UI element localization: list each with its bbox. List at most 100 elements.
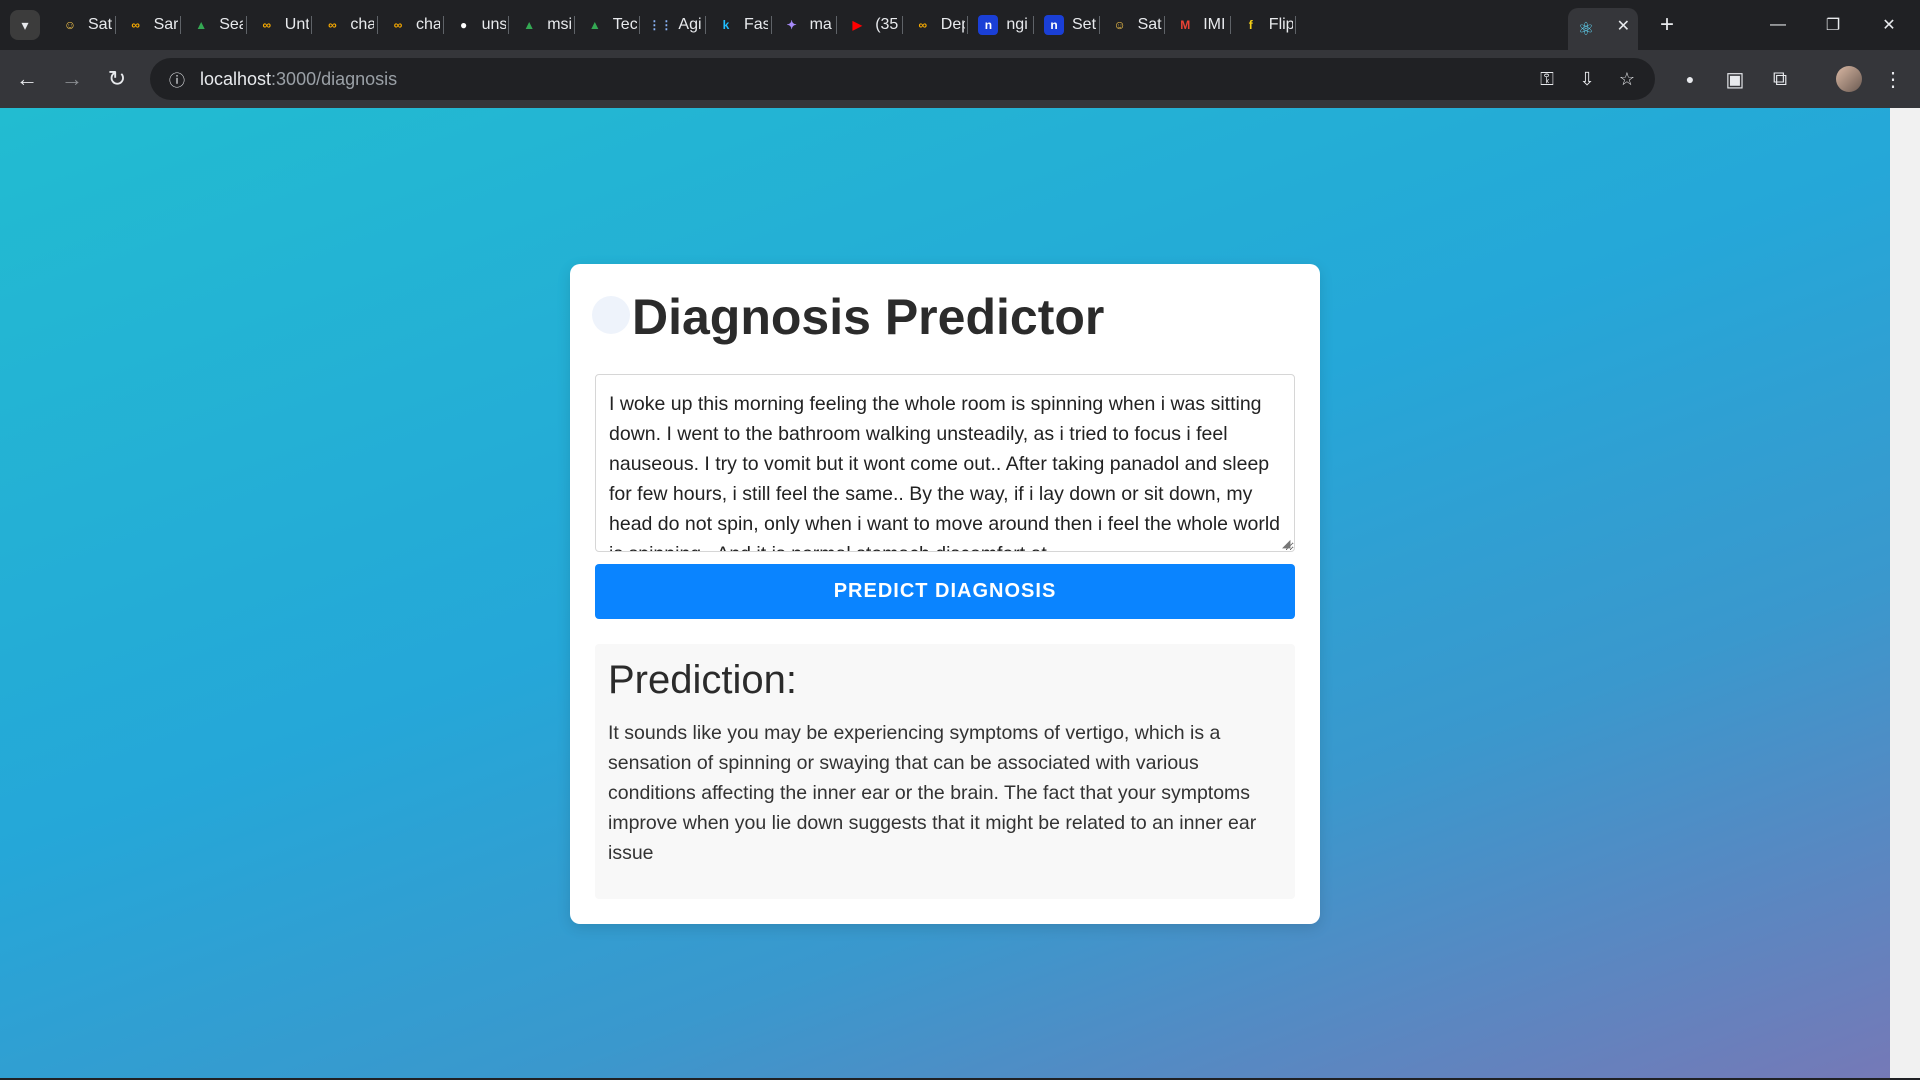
extension-puzzle-icon[interactable]: ● <box>1673 62 1707 96</box>
profile-avatar[interactable] <box>1836 66 1862 92</box>
resize-handle-icon[interactable]: ◢ <box>1282 538 1294 550</box>
tab-label: Flip <box>1268 16 1293 33</box>
password-key-icon[interactable]: ⚿ <box>1532 64 1562 94</box>
symptoms-input[interactable]: I woke up this morning feeling the whole… <box>595 374 1295 552</box>
tab-separator <box>770 16 772 34</box>
chevron-down-icon: ▾ <box>21 16 29 33</box>
close-window-button[interactable]: ✕ <box>1866 8 1912 42</box>
tab-label: Agi <box>678 16 702 33</box>
google-drive-icon: ▲ <box>588 18 601 32</box>
tab-item[interactable]: f Flip <box>1233 8 1311 42</box>
new-tab-button[interactable]: + <box>1650 8 1684 42</box>
tab-separator <box>311 16 313 34</box>
tab-separator <box>705 16 706 34</box>
extensions-icon[interactable]: ⧉ <box>1763 62 1797 96</box>
colab-icon: ∞ <box>131 18 140 32</box>
browser-toolbar: ← → ↻ ⓘ localhost:3000/diagnosis ⚿ ⇩ ☆ ●… <box>0 50 1920 108</box>
url-host: localhost <box>200 68 272 89</box>
flipkart-icon: f <box>1248 18 1253 32</box>
tab-separator <box>377 16 378 34</box>
tab-label: Tec <box>612 16 637 33</box>
tab-label: Sat <box>1137 16 1162 33</box>
tab-separator <box>1033 16 1034 34</box>
hugging-face-icon: ☺ <box>63 18 77 32</box>
close-icon[interactable]: ✕ <box>1617 16 1630 36</box>
tab-separator <box>245 16 247 34</box>
tab-label: Dep <box>940 16 965 33</box>
url-text: localhost:3000/diagnosis <box>200 69 397 90</box>
tab-separator <box>1164 16 1166 34</box>
minimize-icon: — <box>1770 16 1786 33</box>
side-panel-icon[interactable]: ▣ <box>1718 62 1752 96</box>
github-icon: ● <box>459 18 468 32</box>
restore-icon: ❐ <box>1825 17 1841 34</box>
predict-diagnosis-button[interactable]: PREDICT DIAGNOSIS <box>595 564 1295 619</box>
colab-icon: ∞ <box>262 18 272 32</box>
tab-separator <box>508 16 510 34</box>
hugging-face-icon: ☺ <box>1113 18 1126 32</box>
tab-label: Sea <box>219 16 243 33</box>
tab-label: ma <box>809 16 832 33</box>
plus-icon: + <box>1659 11 1674 38</box>
gmail-icon: M <box>1180 18 1191 32</box>
address-bar[interactable]: ⓘ localhost:3000/diagnosis ⚿ ⇩ ☆ <box>150 58 1655 100</box>
tab-label: Unt <box>284 16 309 33</box>
tab-label: ngi <box>1006 16 1028 33</box>
prediction-panel: Prediction: It sounds like you may be ex… <box>595 644 1295 899</box>
tab-label: Fas <box>744 16 768 33</box>
apps-grid-icon: ⋮⋮ <box>648 18 673 32</box>
prediction-text: It sounds like you may be experiencing s… <box>608 722 1257 864</box>
page-viewport: Diagnosis Predictor I woke up this morni… <box>0 108 1890 1078</box>
app-logo <box>592 296 630 334</box>
tab-separator <box>901 16 903 34</box>
tab-separator <box>114 16 116 34</box>
minimize-button[interactable]: — <box>1755 8 1801 42</box>
tab-separator <box>967 16 969 34</box>
diagnosis-card: Diagnosis Predictor I woke up this morni… <box>570 264 1320 924</box>
install-app-icon[interactable]: ⇩ <box>1572 64 1602 94</box>
vertical-scrollbar[interactable] <box>1890 108 1920 1078</box>
tab-separator <box>1295 16 1297 34</box>
arrow-right-icon: → <box>61 66 83 91</box>
page-title: Diagnosis Predictor <box>632 289 1105 345</box>
tab-label: IMI <box>1203 16 1226 33</box>
tab-label: Sar <box>153 16 178 33</box>
tab-label: Sat <box>88 16 112 33</box>
tab-separator <box>442 16 444 34</box>
site-info-icon[interactable]: ⓘ <box>162 64 192 94</box>
restore-button[interactable]: ❐ <box>1810 8 1856 42</box>
tab-label: cha <box>416 16 440 33</box>
prediction-heading: Prediction: <box>608 658 797 702</box>
sparkle-icon: ✦ <box>786 18 797 32</box>
arrow-left-icon: ← <box>16 66 38 91</box>
tab-label: uns <box>481 16 506 33</box>
tab-label: msi <box>547 16 572 33</box>
url-path: :3000/diagnosis <box>271 68 398 89</box>
n-icon: n <box>978 15 999 35</box>
tab-label: Set <box>1072 16 1096 33</box>
google-drive-icon: ▲ <box>523 18 536 32</box>
reload-icon: ↻ <box>107 66 127 91</box>
colab-icon: ∞ <box>918 18 928 32</box>
bookmark-star-icon[interactable]: ☆ <box>1612 64 1642 94</box>
reload-button[interactable]: ↻ <box>100 62 134 96</box>
tab-search-button[interactable]: ▾ <box>10 10 40 40</box>
tab-separator <box>180 16 182 34</box>
forward-button[interactable]: → <box>55 62 89 96</box>
n-icon: n <box>1044 15 1064 35</box>
k-icon: k <box>722 18 730 32</box>
tab-label: (35 <box>875 16 899 33</box>
tab-separator <box>639 16 641 34</box>
back-button[interactable]: ← <box>10 62 44 96</box>
colab-icon: ∞ <box>393 18 403 32</box>
react-icon: ⚛ <box>1577 18 1595 39</box>
tab-separator <box>1098 16 1100 34</box>
more-menu-icon[interactable]: ⋮ <box>1876 62 1910 96</box>
youtube-icon: ▶ <box>852 18 862 32</box>
tab-strip: ▾ ☺ Sat ∞ Sar ▲ Sea ∞ Unt ∞ cha ∞ cha ● uns ▲ msi ▲ Tec ⋮⋮… <box>0 0 1920 50</box>
tab-label: cha <box>350 16 375 33</box>
tab-separator <box>836 16 838 34</box>
tab-separator <box>1229 16 1231 34</box>
tab-active[interactable]: ⚛ ✕ <box>1568 8 1638 50</box>
colab-icon: ∞ <box>328 18 337 32</box>
